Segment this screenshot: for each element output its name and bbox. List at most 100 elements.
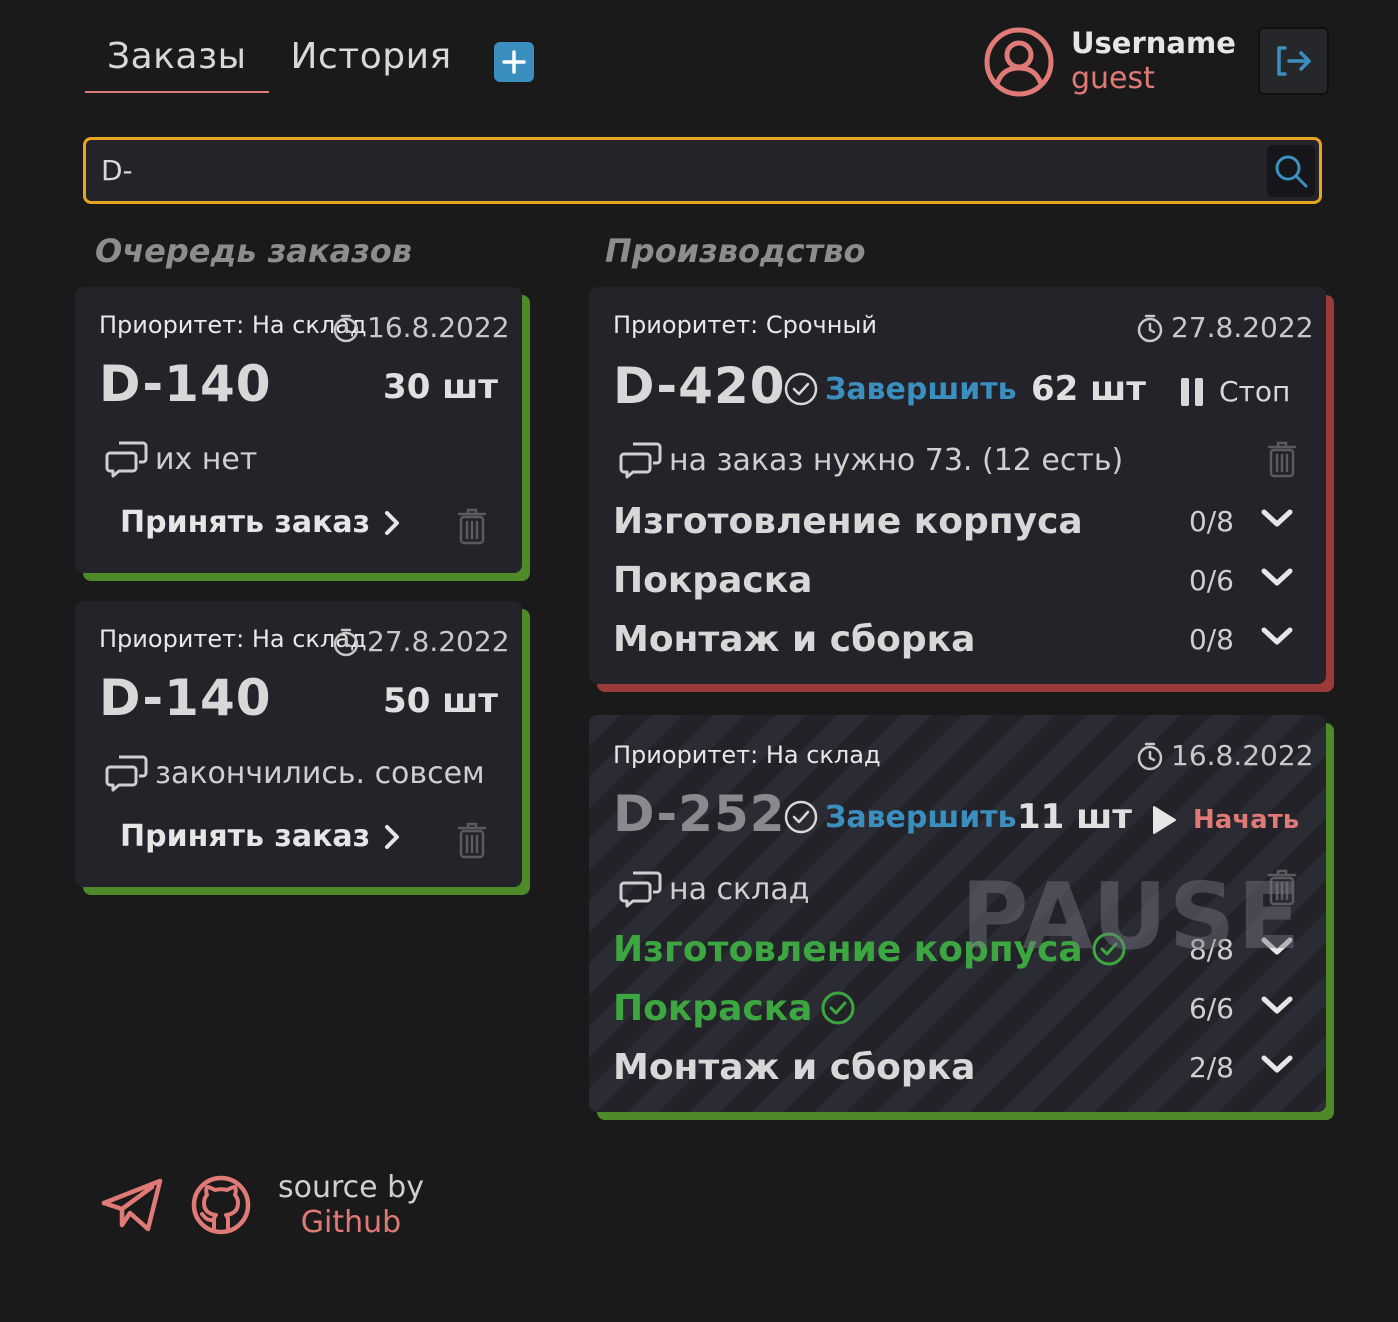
order-priority: Приоритет: На склад [99,625,367,653]
stage-name: Изготовление корпуса [613,500,1083,542]
stop-button[interactable]: Стоп [1179,375,1290,408]
stage-count: 6/6 [1188,991,1234,1025]
stage-row[interactable]: Изготовление корпуса 0/8 [613,496,1302,546]
source-label: source by [278,1170,424,1205]
stop-label: Стоп [1219,375,1291,408]
accept-order-button[interactable]: Принять заказ [120,819,400,854]
order-comment-text: на склад [669,871,810,907]
main-tabs: Заказы История [85,30,534,93]
stage-name: Монтаж и сборка [613,618,976,660]
user-info: Username guest [983,26,1236,98]
order-comment: на заказ нужно 73. (12 есть) [619,440,1123,480]
order-date-text: 16.8.2022 [367,311,510,344]
order-quantity: 62 шт [1031,369,1146,409]
comment-icon [105,755,148,792]
order-date-text: 27.8.2022 [367,625,510,658]
check-circle-icon [784,800,818,834]
search-button[interactable] [1267,144,1315,197]
user-circle-icon [984,27,1054,97]
play-icon [1153,806,1176,834]
tab-orders[interactable]: Заказы [85,30,269,93]
order-date-text: 27.8.2022 [1171,311,1314,344]
trash-icon[interactable] [457,507,487,545]
chevron-right-icon [385,824,400,849]
tab-history[interactable]: История [269,30,474,91]
order-comment-text: на заказ нужно 73. (12 есть) [669,442,1124,478]
comment-icon [105,441,148,478]
order-priority: Приоритет: На склад [613,741,881,769]
stage-row[interactable]: Покраска 6/6 [613,983,1302,1033]
order-code: D-252 [613,785,786,843]
plus-icon [501,50,526,74]
stage-count: 0/8 [1188,622,1234,656]
stage-count: 0/8 [1188,504,1234,538]
start-label: Начать [1193,805,1300,835]
order-code: D-420 [613,357,786,415]
chevron-down-icon[interactable] [1260,567,1294,589]
search-icon [1275,155,1308,187]
trash-icon[interactable] [1267,440,1297,478]
clock-icon [1137,742,1163,770]
stage-name: Покраска [613,988,856,1029]
production-section-title: Производство [605,232,866,270]
add-order-button[interactable] [493,42,534,82]
chevron-down-icon[interactable] [1260,995,1294,1017]
queue-order-card: Приоритет: На склад 16.8.2022 D-140 30 ш… [75,287,522,573]
github-link[interactable]: Github [278,1205,424,1240]
production-order-card-paused: Приоритет: На склад 16.8.2022 D-252 Заве… [589,715,1326,1112]
finish-label: Завершить [825,371,1017,407]
stage-row[interactable]: Монтаж и сборка 0/8 [613,614,1302,664]
order-quantity: 30 шт [383,367,498,407]
finish-label: Завершить [825,799,1017,835]
trash-icon[interactable] [457,821,487,859]
chevron-down-icon[interactable] [1260,1054,1294,1076]
logout-button[interactable] [1258,27,1329,95]
stage-count: 8/8 [1188,932,1234,966]
order-priority: Приоритет: На склад [99,311,367,339]
order-comment: их нет [105,439,257,479]
accept-order-label: Принять заказ [120,819,371,854]
footer: source by Github [100,1170,424,1240]
finish-order-button[interactable]: Завершить [783,371,1017,407]
search-bar [83,137,1322,204]
order-code: D-140 [99,355,272,413]
pause-icon [1181,377,1203,406]
accept-order-button[interactable]: Принять заказ [120,505,400,540]
order-date: 27.8.2022 [1135,311,1314,344]
chevron-right-icon [385,510,400,535]
trash-icon[interactable] [1267,868,1297,906]
stage-name: Покраска [613,559,813,601]
github-icon[interactable] [190,1174,252,1236]
check-circle-icon [784,372,818,406]
telegram-icon[interactable] [100,1175,166,1235]
source-block: source by Github [278,1170,424,1240]
search-input[interactable] [86,140,1267,201]
chevron-down-icon[interactable] [1260,508,1294,530]
order-quantity: 11 шт [1017,797,1132,837]
chevron-down-icon[interactable] [1260,626,1294,648]
username: Username [1071,26,1236,60]
clock-icon [333,314,359,342]
stage-count: 2/8 [1188,1050,1234,1084]
finish-order-button[interactable]: Завершить [783,799,1017,835]
accept-order-label: Принять заказ [120,505,371,540]
order-code: D-140 [99,669,272,727]
clock-icon [333,628,359,656]
stage-row[interactable]: Изготовление корпуса 8/8 [613,924,1302,974]
stage-count: 0/6 [1188,563,1234,597]
stage-row[interactable]: Монтаж и сборка 2/8 [613,1042,1302,1092]
stage-name: Монтаж и сборка [613,1046,976,1088]
start-button[interactable]: Начать [1151,805,1299,835]
stage-row[interactable]: Покраска 0/6 [613,555,1302,605]
comment-icon [619,871,662,908]
check-circle-icon [1092,932,1126,966]
order-date-text: 16.8.2022 [1171,739,1314,772]
order-comment-text: закончились. совсем [155,755,485,791]
chevron-down-icon[interactable] [1260,936,1294,958]
order-comment: закончились. совсем [105,753,485,793]
order-priority: Приоритет: Срочный [613,311,877,339]
queue-order-card: Приоритет: На склад 27.8.2022 D-140 50 ш… [75,601,522,887]
comment-icon [619,442,662,479]
queue-section-title: Очередь заказов [95,232,413,270]
check-circle-icon [821,991,855,1025]
